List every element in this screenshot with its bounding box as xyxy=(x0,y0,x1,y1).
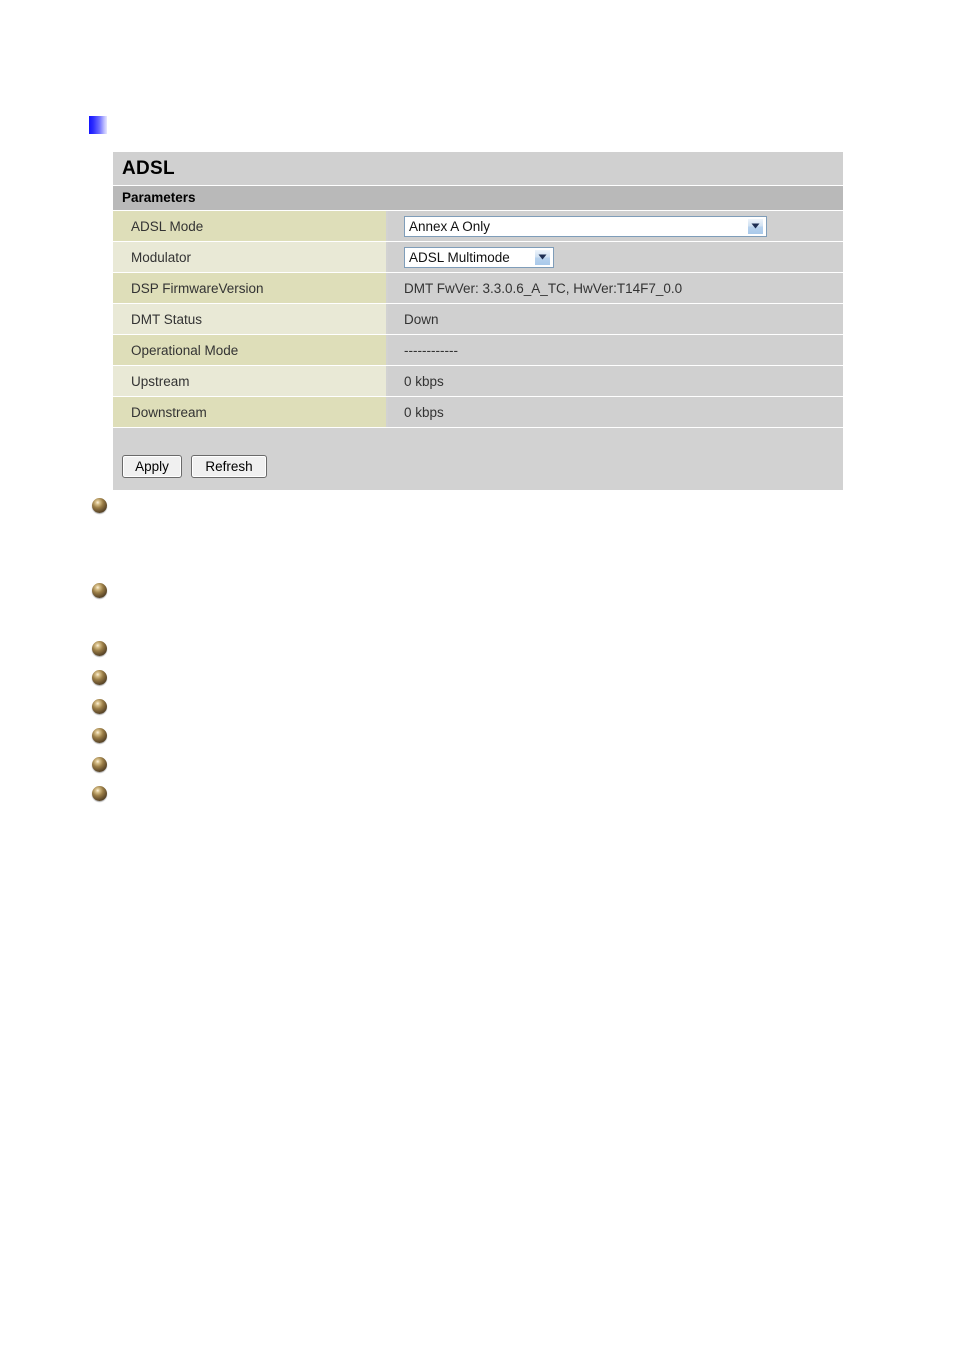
row-label: DSP FirmwareVersion xyxy=(113,273,386,303)
sphere-bullet-icon xyxy=(92,498,107,513)
row-label: Downstream xyxy=(113,397,386,427)
row-label: Modulator xyxy=(113,242,386,272)
table-row: Downstream 0 kbps xyxy=(113,397,843,428)
row-value-text: Down xyxy=(404,311,439,327)
panel-footer: Apply Refresh xyxy=(113,428,843,490)
parameters-table: ADSL Mode Annex A Only Modulator ADSL Multi… xyxy=(113,210,843,428)
table-row: Operational Mode ------------ xyxy=(113,335,843,366)
select-value-text: Annex A Only xyxy=(409,218,491,234)
sphere-bullet-icon xyxy=(92,786,107,801)
table-row: DMT Status Down xyxy=(113,304,843,335)
row-value: 0 kbps xyxy=(388,366,843,396)
modulator-select[interactable]: ADSL Multimode xyxy=(404,246,554,268)
row-value: ADSL Multimode xyxy=(388,242,843,272)
row-value: Annex A Only xyxy=(388,211,843,241)
sphere-bullet-icon xyxy=(92,757,107,772)
sphere-bullet-icon xyxy=(92,699,107,714)
table-row: ADSL Mode Annex A Only xyxy=(113,211,843,242)
refresh-button[interactable]: Refresh xyxy=(191,455,267,478)
select-value-text: ADSL Multimode xyxy=(409,249,510,265)
row-label: Upstream xyxy=(113,366,386,396)
row-value-text: 0 kbps xyxy=(404,373,444,389)
row-label: ADSL Mode xyxy=(113,211,386,241)
chevron-down-icon[interactable] xyxy=(534,248,551,266)
table-row: DSP FirmwareVersion DMT FwVer: 3.3.0.6_A_… xyxy=(113,273,843,304)
sphere-bullet-icon xyxy=(92,641,107,656)
sphere-bullet-icon xyxy=(92,670,107,685)
page-title: ADSL xyxy=(113,152,843,185)
section-header-parameters: Parameters xyxy=(113,185,843,210)
row-value: ------------ xyxy=(388,335,843,365)
adsl-parameters-panel: ADSL Parameters ADSL Mode Annex A Only Mod… xyxy=(113,152,843,490)
row-value: 0 kbps xyxy=(388,397,843,427)
row-value: Down xyxy=(388,304,843,334)
row-value-text: 0 kbps xyxy=(404,404,444,420)
row-value-text: DMT FwVer: 3.3.0.6_A_TC, HwVer:T14F7_0.0 xyxy=(404,280,683,296)
table-row: Modulator ADSL Multimode xyxy=(113,242,843,273)
row-value-text: ------------ xyxy=(404,342,458,358)
row-value: DMT FwVer: 3.3.0.6_A_TC, HwVer:T14F7_0.0 xyxy=(388,273,843,303)
sphere-bullet-icon xyxy=(92,728,107,743)
apply-button[interactable]: Apply xyxy=(122,455,182,478)
table-row: Upstream 0 kbps xyxy=(113,366,843,397)
row-label: Operational Mode xyxy=(113,335,386,365)
adsl-mode-select[interactable]: Annex A Only xyxy=(404,215,767,237)
row-label: DMT Status xyxy=(113,304,386,334)
gradient-square-logo xyxy=(89,116,107,134)
sphere-bullet-icon xyxy=(92,583,107,598)
chevron-down-icon[interactable] xyxy=(747,217,764,235)
